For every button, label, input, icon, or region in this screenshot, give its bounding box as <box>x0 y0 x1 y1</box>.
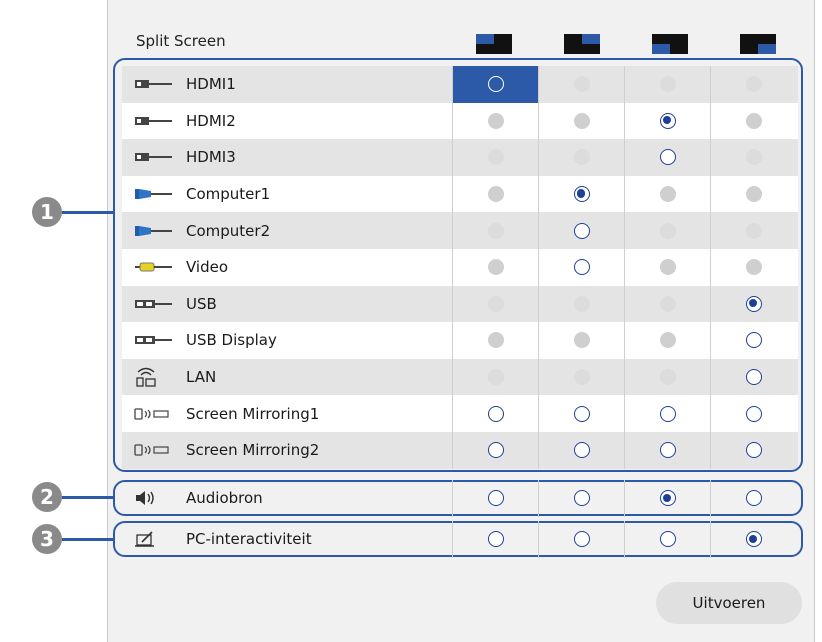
radio-button[interactable] <box>487 490 504 507</box>
layout-bottom-right-icon <box>740 34 776 54</box>
speaker-icon <box>134 480 182 517</box>
pen-tablet-icon <box>134 521 182 558</box>
radio-button[interactable] <box>745 490 762 507</box>
grid-cell-col-1[interactable] <box>452 521 538 558</box>
grid-cell-col-2[interactable] <box>538 480 624 517</box>
source-label: PC-interactiviteit <box>186 530 312 549</box>
radio-button[interactable] <box>659 490 676 507</box>
grid-cell-col-3[interactable] <box>624 480 710 517</box>
radio-button[interactable] <box>573 531 590 548</box>
execute-button[interactable]: Uitvoeren <box>656 582 802 624</box>
grid-cell-col-2[interactable] <box>538 521 624 558</box>
row-label-cell: PC-interactiviteit <box>122 521 452 558</box>
callout-2: 2 <box>32 482 62 512</box>
layout-bottom-left-icon <box>652 34 688 54</box>
audio-row-wrap: Audiobron <box>122 480 798 517</box>
pc-interactivity-row: PC-interactiviteit <box>122 521 798 558</box>
row-label-cell: Audiobron <box>122 480 452 517</box>
callout-1: 1 <box>32 197 62 227</box>
radio-button[interactable] <box>573 490 590 507</box>
callout-3: 3 <box>32 524 62 554</box>
grid-cell-col-4[interactable] <box>710 521 796 558</box>
grid-cell-col-4[interactable] <box>710 480 796 517</box>
interactivity-row-wrap: PC-interactiviteit <box>122 521 798 558</box>
radio-button[interactable] <box>745 531 762 548</box>
source-label: Audiobron <box>186 489 263 508</box>
source-group-outline <box>113 58 803 472</box>
panel-title: Split Screen <box>136 32 226 50</box>
layout-top-right-icon <box>564 34 600 54</box>
callout-2-leader <box>62 496 114 499</box>
callout-1-leader <box>62 211 114 214</box>
radio-button[interactable] <box>659 531 676 548</box>
layout-top-left-icon <box>476 34 512 54</box>
grid-cell-col-1[interactable] <box>452 480 538 517</box>
grid-cell-col-3[interactable] <box>624 521 710 558</box>
audio-source-row: Audiobron <box>122 480 798 517</box>
callout-3-leader <box>62 538 114 541</box>
radio-button[interactable] <box>487 531 504 548</box>
